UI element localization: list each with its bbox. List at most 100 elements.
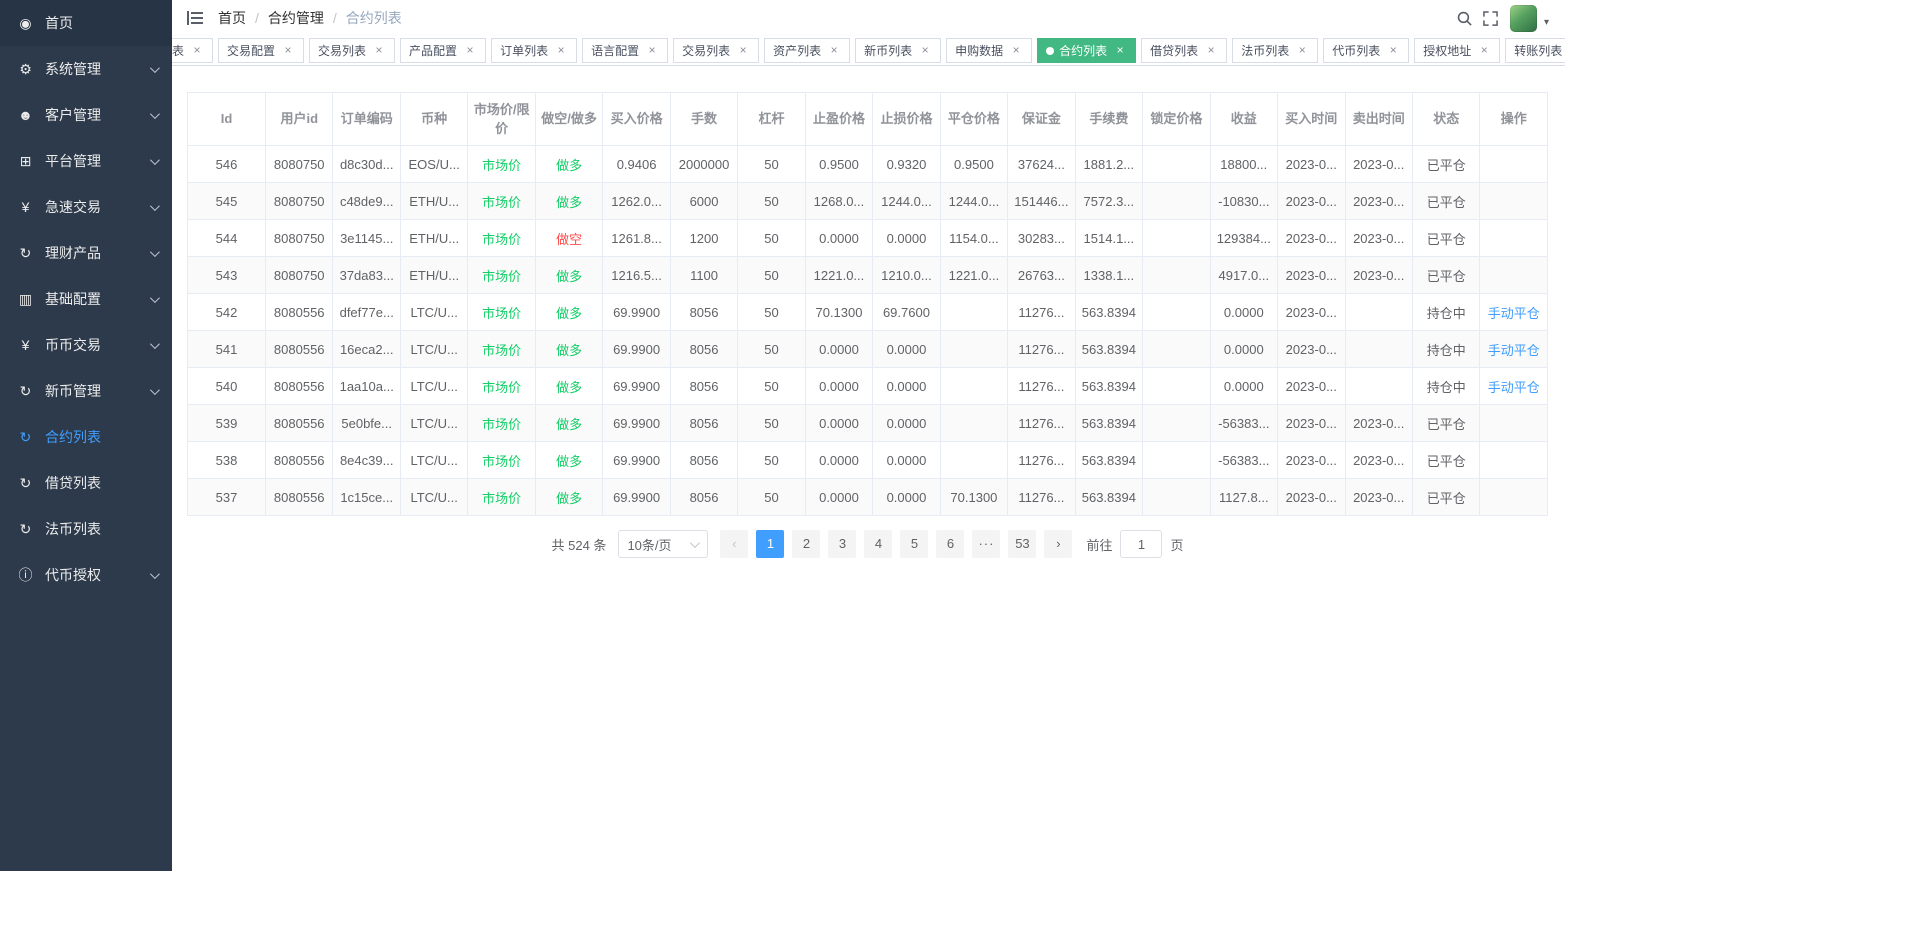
tab-subscribe-data[interactable]: 申购数据× (946, 38, 1032, 63)
sidebar-item-system[interactable]: ⚙系统管理 (0, 46, 172, 92)
cell-margin: 11276... (1008, 405, 1075, 442)
tab-loan-list[interactable]: 借贷列表× (1141, 38, 1227, 63)
close-icon[interactable]: × (1204, 44, 1218, 58)
sidebar-item-loan-list[interactable]: ↻借贷列表 (0, 460, 172, 506)
caret-down-icon[interactable]: ▾ (1544, 17, 1549, 28)
page-button-4[interactable]: 4 (864, 530, 892, 558)
close-icon[interactable]: × (1009, 44, 1023, 58)
sidebar-item-finance[interactable]: ↻理财产品 (0, 230, 172, 276)
manual-close-link[interactable]: 手动平仓 (1488, 343, 1540, 358)
cell-close_price (940, 294, 1007, 331)
cell-leverage: 50 (738, 368, 805, 405)
close-icon[interactable]: × (645, 44, 659, 58)
manual-close-link[interactable]: 手动平仓 (1488, 306, 1540, 321)
sidebar-item-coin-trade[interactable]: ¥币币交易 (0, 322, 172, 368)
cell-fee: 563.8394 (1075, 405, 1142, 442)
tab-trade-list-1[interactable]: 交易列表× (309, 38, 395, 63)
cell-coin: ETH/U... (400, 220, 467, 257)
col-status: 状态 (1412, 93, 1479, 146)
page-button-6[interactable]: 6 (936, 530, 964, 558)
tab-list-cut[interactable]: 列表× (172, 38, 213, 63)
tab-label: 代币列表 (1332, 42, 1380, 59)
hamburger-icon[interactable] (187, 11, 203, 25)
sidebar-item-label: 系统管理 (45, 59, 150, 79)
page-button-1[interactable]: 1 (756, 530, 784, 558)
sidebar-item-home[interactable]: ◉首页 (0, 0, 172, 46)
sidebar-item-fiat-list[interactable]: ↻法币列表 (0, 506, 172, 552)
cell-sell_time: 2023-0... (1345, 405, 1412, 442)
tab-order-list[interactable]: 订单列表× (491, 38, 577, 63)
cell-user_id: 8080750 (266, 146, 333, 183)
cell-coin: LTC/U... (400, 294, 467, 331)
page-button-3[interactable]: 3 (828, 530, 856, 558)
cell-buy_price: 69.9900 (603, 294, 670, 331)
cell-buy_price: 69.9900 (603, 405, 670, 442)
close-icon[interactable]: × (190, 44, 204, 58)
tab-newcoin-list[interactable]: 新币列表× (855, 38, 941, 63)
chevron-down-icon (150, 385, 160, 395)
prev-page-button[interactable]: ‹ (720, 530, 748, 558)
page-button-53[interactable]: 53 (1008, 530, 1036, 558)
tab-contract-list[interactable]: 合约列表× (1037, 38, 1136, 63)
breadcrumb-home[interactable]: 首页 (218, 8, 246, 28)
manual-close-link[interactable]: 手动平仓 (1488, 380, 1540, 395)
page-button-2[interactable]: 2 (792, 530, 820, 558)
cell-price_type: 市场价 (468, 146, 535, 183)
sidebar-item-newcoin[interactable]: ↻新币管理 (0, 368, 172, 414)
page-jump-input[interactable] (1120, 530, 1162, 558)
chevron-down-icon (150, 247, 160, 257)
close-icon[interactable]: × (1113, 44, 1127, 58)
cell-lock_price (1143, 294, 1210, 331)
cell-buy_price: 69.9900 (603, 442, 670, 479)
breadcrumb-contract-management[interactable]: 合约管理 (268, 8, 324, 28)
sidebar-item-platform[interactable]: ⊞平台管理 (0, 138, 172, 184)
next-page-button[interactable]: › (1044, 530, 1072, 558)
tab-token-list[interactable]: 代币列表 × (1323, 38, 1409, 63)
sidebar-item-contract-list[interactable]: ↻合约列表 (0, 414, 172, 460)
cell-lots: 2000000 (670, 146, 737, 183)
sidebar-item-label: 借贷列表 (45, 473, 160, 493)
col-action: 操作 (1480, 93, 1548, 146)
page-size-select[interactable]: 10条/页 (618, 530, 708, 558)
close-icon[interactable]: × (554, 44, 568, 58)
fullscreen-icon[interactable] (1478, 5, 1504, 31)
page-button-5[interactable]: 5 (900, 530, 928, 558)
sidebar-item-token-auth[interactable]: ⓘ代币授权 (0, 552, 172, 598)
cell-leverage: 50 (738, 405, 805, 442)
cell-fee: 7572.3... (1075, 183, 1142, 220)
close-icon[interactable]: × (281, 44, 295, 58)
tab-trade-config[interactable]: 交易配置× (218, 38, 304, 63)
close-icon[interactable]: × (1295, 44, 1309, 58)
search-icon[interactable] (1452, 5, 1478, 31)
close-icon[interactable]: × (918, 44, 932, 58)
more-pages-button[interactable]: ··· (972, 530, 1000, 558)
close-icon[interactable]: × (827, 44, 841, 58)
cell-stop_loss: 1210.0... (873, 257, 940, 294)
sidebar-item-customer[interactable]: ☻客户管理 (0, 92, 172, 138)
cell-buy_time: 2023-0... (1278, 183, 1345, 220)
tags-bar: 列表×交易配置×交易列表×产品配置×订单列表×语言配置×交易列表×资产列表×新币… (172, 36, 1565, 66)
cell-buy_time: 2023-0... (1278, 368, 1345, 405)
sidebar-item-basic-config[interactable]: ▥基础配置 (0, 276, 172, 322)
cell-profit: 129384... (1210, 220, 1277, 257)
cell-margin: 11276... (1008, 294, 1075, 331)
close-icon[interactable]: × (1386, 44, 1400, 58)
cell-status: 持仓中 (1412, 331, 1479, 368)
tab-trade-list-2[interactable]: 交易列表× (673, 38, 759, 63)
close-icon[interactable]: × (463, 44, 477, 58)
tab-fiat-list[interactable]: 法币列表× (1232, 38, 1318, 63)
close-icon[interactable]: × (736, 44, 750, 58)
close-icon[interactable]: × (372, 44, 386, 58)
avatar[interactable] (1510, 5, 1537, 32)
cell-status: 已平仓 (1412, 442, 1479, 479)
tab-product-config[interactable]: 产品配置× (400, 38, 486, 63)
table-row: 543808075037da83...ETH/U...市场价做多1216.5..… (188, 257, 1548, 294)
tab-auth-address[interactable]: 授权地址× (1414, 38, 1500, 63)
tab-language-config[interactable]: 语言配置× (582, 38, 668, 63)
sidebar-item-quick-trade[interactable]: ¥急速交易 (0, 184, 172, 230)
tab-asset-list[interactable]: 资产列表× (764, 38, 850, 63)
cell-direction: 做多 (535, 368, 602, 405)
cell-user_id: 8080556 (266, 479, 333, 516)
tab-transfer-list[interactable]: 转账列表× (1505, 38, 1565, 63)
close-icon[interactable]: × (1477, 44, 1491, 58)
